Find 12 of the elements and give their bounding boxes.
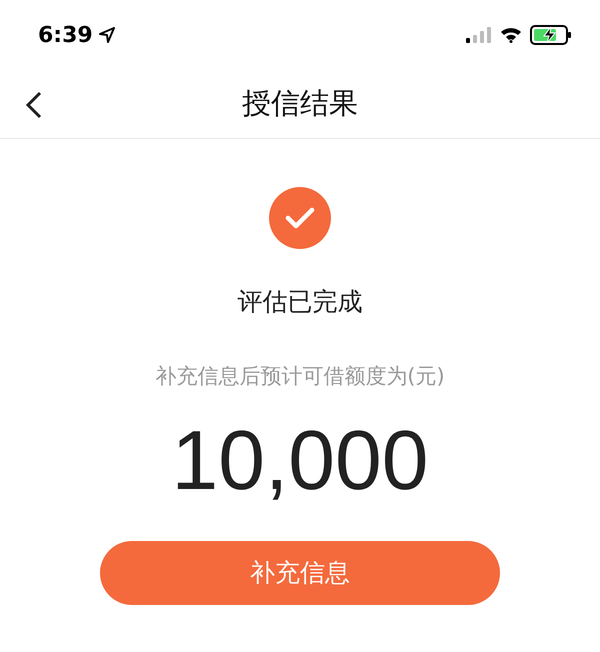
location-arrow-icon [98, 27, 115, 43]
battery-charging-icon [530, 25, 572, 45]
result-status: 评估已完成 [238, 286, 362, 318]
amount-caption: 补充信息后预计可借额度为(元) [155, 363, 445, 390]
credit-amount: 10,000 [172, 412, 428, 509]
supplement-info-button[interactable]: 补充信息 [100, 540, 500, 605]
signal-icon [466, 27, 492, 43]
check-icon [269, 187, 331, 249]
back-icon[interactable] [24, 90, 44, 120]
wifi-icon [500, 27, 522, 43]
page-title: 授信结果 [242, 85, 358, 122]
status-time: 6:39 [38, 22, 93, 48]
